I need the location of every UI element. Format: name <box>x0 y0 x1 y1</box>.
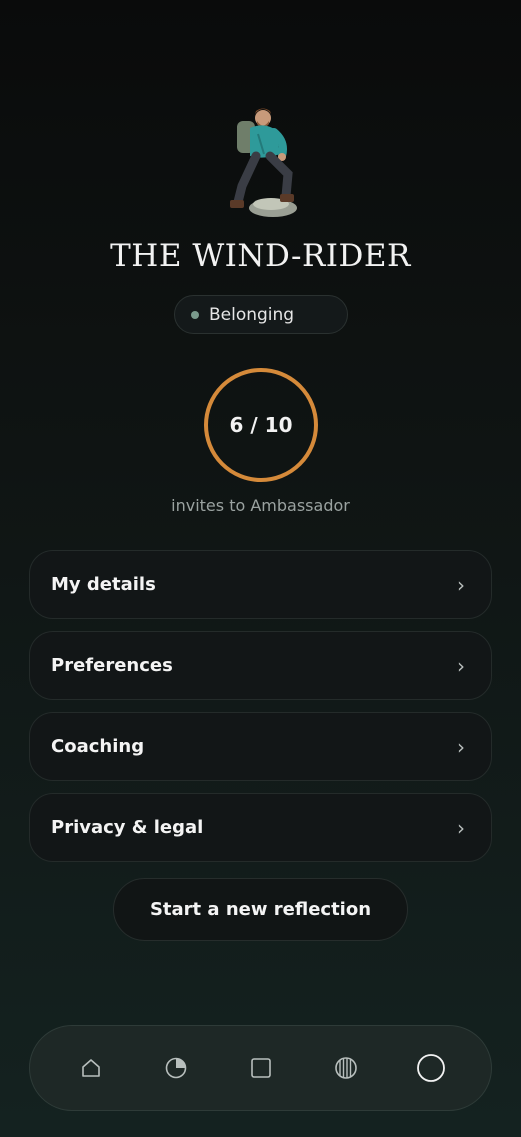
hiker-avatar-icon <box>230 108 297 217</box>
status-label: Belonging <box>209 304 295 325</box>
avatar <box>224 104 298 218</box>
nav-home[interactable] <box>71 1048 111 1088</box>
menu-item-label: Coaching <box>51 736 145 757</box>
nav-explore[interactable] <box>326 1048 366 1088</box>
start-reflection-button[interactable]: Start a new reflection <box>113 878 408 941</box>
progress-ring: 6 / 10 <box>204 368 318 482</box>
menu-item-label: Preferences <box>51 655 173 676</box>
square-icon <box>250 1058 271 1078</box>
chevron-right-icon: › <box>457 815 465 840</box>
menu-item-preferences[interactable]: Preferences › <box>29 631 492 700</box>
chevron-right-icon: › <box>457 734 465 759</box>
menu-item-my-details[interactable]: My details › <box>29 550 492 619</box>
menu-item-coaching[interactable]: Coaching › <box>29 712 492 781</box>
pie-chart-icon <box>165 1057 186 1079</box>
status-dot-icon <box>191 310 199 319</box>
nav-profile[interactable] <box>411 1048 451 1088</box>
chevron-right-icon: › <box>457 653 465 678</box>
menu-item-label: Privacy & legal <box>51 817 204 838</box>
menu-item-label: My details <box>51 574 156 595</box>
nav-journal[interactable] <box>241 1048 281 1088</box>
progress-caption: invites to Ambassador <box>171 496 350 515</box>
page-title: THE WIND-RIDER <box>110 238 411 274</box>
chevron-right-icon: › <box>457 572 465 597</box>
profile-circle-icon <box>416 1054 445 1082</box>
progress-value: 6 / 10 <box>229 413 293 437</box>
bottom-nav <box>29 1025 492 1111</box>
status-badge: Belonging <box>174 295 348 334</box>
home-icon <box>81 1059 100 1077</box>
nav-insights[interactable] <box>156 1048 196 1088</box>
menu-item-privacy-legal[interactable]: Privacy & legal › <box>29 793 492 862</box>
striped-circle-icon <box>334 1057 357 1079</box>
